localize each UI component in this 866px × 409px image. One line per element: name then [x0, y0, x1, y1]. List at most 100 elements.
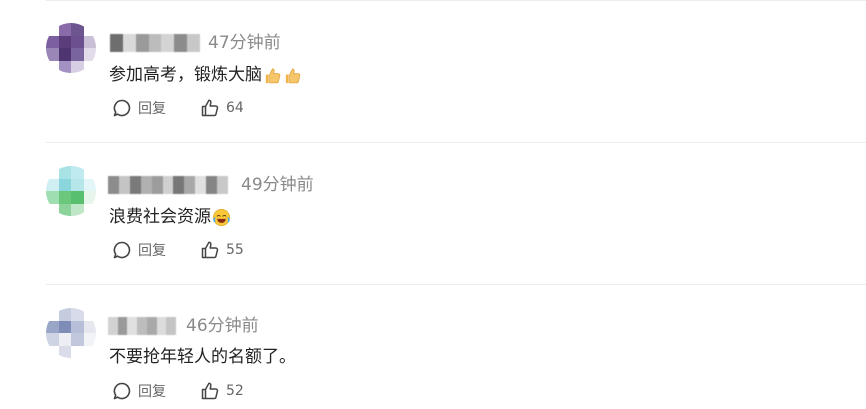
- avatar-pixel: [46, 203, 59, 216]
- username-blur-block: [206, 176, 218, 194]
- username-blur-block: [217, 176, 228, 194]
- comment-text-body: 参加高考，锻炼大脑: [109, 65, 262, 85]
- avatar-pixel: [46, 320, 59, 333]
- avatar-pixel: [58, 23, 71, 36]
- avatar-pixel: [58, 60, 71, 73]
- avatar[interactable]: [46, 23, 96, 73]
- username-blurred[interactable]: [108, 317, 177, 335]
- username-blur-block: [146, 317, 157, 335]
- username-blur-block: [195, 176, 207, 194]
- avatar-pixel: [46, 333, 59, 346]
- avatar-pixel: [58, 48, 71, 61]
- username-blur-block: [129, 176, 141, 194]
- like-count: 55: [226, 242, 244, 258]
- reply-button[interactable]: 回复: [112, 98, 200, 118]
- username-blur-block: [117, 317, 128, 335]
- avatar-pixel: [71, 60, 84, 73]
- comment-actions: 回复 52: [112, 381, 244, 401]
- reply-label: 回复: [138, 101, 166, 117]
- avatar-pixel: [71, 308, 84, 321]
- username-blur-block: [118, 176, 130, 194]
- reply-button[interactable]: 回复: [112, 240, 200, 260]
- reply-label: 回复: [138, 384, 166, 400]
- avatar-pixel: [83, 48, 96, 61]
- avatar-pixel: [71, 178, 84, 191]
- comment-item: 49分钟前 浪费社会资源 回复 55: [0, 142, 866, 284]
- avatar-pixel: [46, 166, 59, 179]
- avatar-pixel: [71, 333, 84, 346]
- comment-text: 不要抢年轻人的名额了。: [109, 346, 296, 368]
- avatar-pixel: [83, 191, 96, 204]
- username-blur-block: [135, 34, 149, 52]
- username-blur-block: [148, 34, 162, 52]
- comment-item: 47分钟前 参加高考，锻炼大脑 回复 64: [0, 0, 866, 142]
- comment-text: 参加高考，锻炼大脑: [109, 64, 302, 86]
- comment-actions: 回复 64: [112, 98, 244, 118]
- username-blur-block: [174, 34, 188, 52]
- avatar-pixel: [83, 333, 96, 346]
- comment-actions: 回复 55: [112, 240, 244, 260]
- like-button[interactable]: 64: [200, 98, 244, 118]
- comment-text-body: 不要抢年轻人的名额了。: [109, 347, 296, 367]
- avatar-pixel: [71, 35, 84, 48]
- reply-bubble-icon: [113, 382, 131, 400]
- comment-time: 49分钟前: [241, 175, 314, 195]
- avatar-pixel: [46, 35, 59, 48]
- reply-button[interactable]: 回复: [112, 381, 200, 401]
- comment-time: 46分钟前: [186, 316, 259, 336]
- avatar-pixel: [71, 320, 84, 333]
- username-blur-block: [122, 34, 136, 52]
- avatar-pixel: [83, 35, 96, 48]
- comment-text: 浪费社会资源: [109, 206, 231, 228]
- avatar-pixel: [71, 345, 84, 358]
- username-blur-block: [151, 176, 163, 194]
- avatar-pixel: [58, 308, 71, 321]
- avatar-pixel: [83, 320, 96, 333]
- avatar-pixel: [58, 320, 71, 333]
- comment-item: 46分钟前 不要抢年轻人的名额了。 回复 52: [0, 284, 866, 409]
- username-blur-block: [110, 34, 123, 52]
- avatar-pixel: [46, 178, 59, 191]
- username-blurred[interactable]: [108, 176, 228, 194]
- like-count: 52: [226, 383, 244, 399]
- avatar-pixel: [58, 35, 71, 48]
- avatar-pixel: [83, 60, 96, 73]
- avatar-pixel: [83, 203, 96, 216]
- avatar-pixel: [46, 345, 59, 358]
- avatar-pixel: [46, 191, 59, 204]
- avatar[interactable]: [46, 308, 96, 358]
- avatar-pixel: [46, 48, 59, 61]
- username-blur-block: [187, 34, 201, 52]
- like-button[interactable]: 52: [200, 381, 244, 401]
- username-blur-block: [161, 34, 175, 52]
- avatar-pixel: [83, 345, 96, 358]
- avatar-pixel: [71, 203, 84, 216]
- thumbs-up-emoji-icon: [263, 66, 282, 85]
- username-blur-block: [108, 176, 119, 194]
- reply-bubble-icon: [113, 241, 131, 259]
- avatar-pixel: [58, 203, 71, 216]
- comment-text-body: 浪费社会资源: [109, 207, 211, 227]
- avatar-pixel: [83, 166, 96, 179]
- avatar-pixel: [71, 23, 84, 36]
- username-blur-block: [127, 317, 138, 335]
- username-blur-block: [173, 176, 185, 194]
- avatar[interactable]: [46, 166, 96, 216]
- avatar-pixel: [58, 191, 71, 204]
- username-blur-block: [162, 176, 174, 194]
- thumbs-up-icon: [201, 241, 219, 259]
- avatar-pixel: [71, 48, 84, 61]
- reply-label: 回复: [138, 243, 166, 259]
- avatar-pixel: [71, 191, 84, 204]
- avatar-pixel: [46, 308, 59, 321]
- avatar-pixel: [83, 178, 96, 191]
- thumbs-up-emoji-icon: [283, 66, 302, 85]
- thumbs-up-icon: [201, 99, 219, 117]
- thumbs-up-icon: [201, 382, 219, 400]
- username-blur-block: [140, 176, 152, 194]
- username-blurred[interactable]: [110, 34, 201, 52]
- like-button[interactable]: 55: [200, 240, 244, 260]
- avatar-pixel: [83, 23, 96, 36]
- avatar-pixel: [71, 166, 84, 179]
- laughing-crying-emoji-icon: [212, 208, 231, 227]
